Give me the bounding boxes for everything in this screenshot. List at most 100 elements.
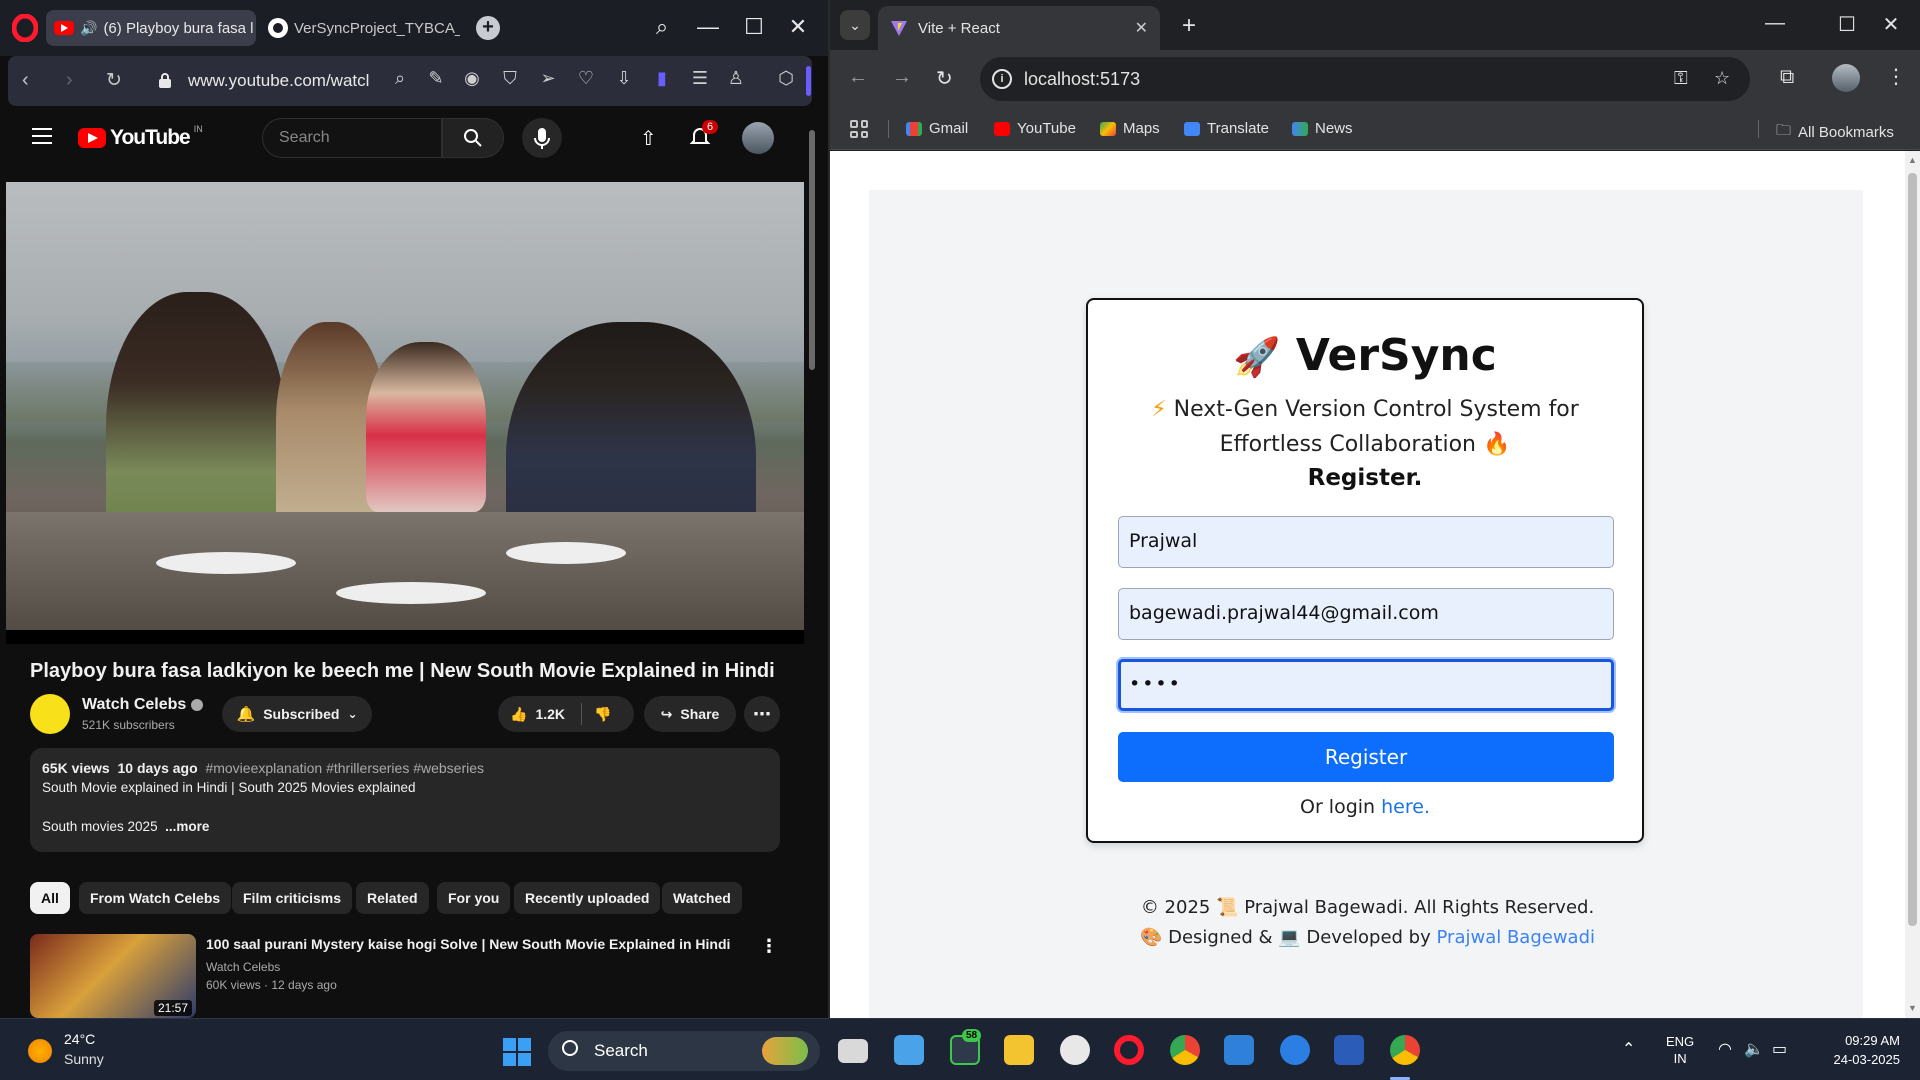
close-icon[interactable]: ✕ xyxy=(1876,12,1906,37)
profile-avatar[interactable] xyxy=(1832,64,1860,92)
show-more-link[interactable]: ...more xyxy=(165,819,209,834)
speaker-icon[interactable]: 🔊 xyxy=(80,20,97,37)
reload-icon[interactable]: ↻ xyxy=(936,66,953,91)
mic-icon[interactable] xyxy=(522,118,562,158)
send-icon[interactable]: ➢ xyxy=(536,68,560,92)
youtube-search-input[interactable]: Search xyxy=(262,118,442,158)
subscribed-button[interactable]: 🔔 Subscribed ⌄ xyxy=(222,696,372,732)
chip-from-channel[interactable]: From Watch Celebs xyxy=(79,882,232,914)
bookmark-maps[interactable]: Maps xyxy=(1100,120,1160,137)
app-store-icon[interactable] xyxy=(1280,1035,1310,1065)
bookmark-youtube[interactable]: YouTube xyxy=(994,120,1076,137)
register-button[interactable]: Register xyxy=(1118,732,1614,782)
back-icon[interactable]: ‹ xyxy=(22,69,29,92)
url-text[interactable]: localhost:5173 xyxy=(1024,69,1140,90)
channel-name[interactable]: Watch Celebs xyxy=(82,696,204,714)
video-progress-area[interactable] xyxy=(6,630,804,644)
scrollbar-thumb[interactable] xyxy=(1908,173,1917,926)
thumbs-down-icon[interactable]: 👎 xyxy=(594,706,611,723)
minimize-icon[interactable]: — xyxy=(694,14,722,40)
weather-condition[interactable]: Sunny xyxy=(64,1051,104,1067)
forward-icon[interactable]: › xyxy=(66,69,73,92)
notepad-icon[interactable] xyxy=(894,1035,924,1065)
battery-icon[interactable]: ▭ xyxy=(1772,1039,1787,1059)
search-icon[interactable]: ⌕ xyxy=(388,68,412,92)
tab-search-chevron-icon[interactable]: ⌄ xyxy=(840,10,870,40)
bookmark-gmail[interactable]: Gmail xyxy=(906,120,968,137)
chip-related[interactable]: Related xyxy=(356,882,429,914)
scroll-up-icon[interactable]: ▲ xyxy=(1908,155,1917,165)
minimize-icon[interactable]: — xyxy=(1760,12,1790,35)
camera-icon[interactable]: ◉ xyxy=(460,68,484,92)
recommendation-thumbnail[interactable]: 21:57 xyxy=(30,934,196,1018)
opera-tab-github[interactable]: VerSyncProject_TYBCA_SE xyxy=(260,10,460,46)
word-icon[interactable] xyxy=(1334,1035,1364,1065)
more-vertical-icon[interactable]: ⋮ xyxy=(1886,64,1906,89)
all-bookmarks[interactable]: 🗀 All Bookmarks xyxy=(1776,120,1894,145)
language-indicator[interactable]: ENG IN xyxy=(1666,1033,1694,1067)
page-scrollbar[interactable] xyxy=(808,110,816,1018)
new-tab-icon[interactable]: + xyxy=(476,16,500,40)
login-link[interactable]: here. xyxy=(1381,796,1430,818)
easy-setup-icon[interactable]: ☰ xyxy=(688,68,712,92)
extensions-icon[interactable]: ⧉ xyxy=(1780,66,1794,89)
chevron-up-icon[interactable]: ⌃ xyxy=(1622,1039,1635,1059)
more-actions-button[interactable]: ⋯ xyxy=(744,696,780,732)
video-description[interactable]: 65K views 10 days ago #movieexplanation … xyxy=(30,748,780,852)
url-text[interactable]: www.youtube.com/watcl xyxy=(188,71,369,91)
reload-icon[interactable]: ↻ xyxy=(106,69,122,92)
apps-grid-icon[interactable] xyxy=(850,120,868,138)
back-icon[interactable]: ← xyxy=(848,66,868,89)
youtube-search-button[interactable] xyxy=(442,118,504,158)
search-highlight-icon[interactable] xyxy=(762,1037,808,1065)
site-info-icon[interactable]: i xyxy=(992,69,1012,89)
opera-logo-icon[interactable] xyxy=(12,14,38,42)
chrome-icon[interactable] xyxy=(1170,1035,1200,1065)
new-tab-icon[interactable]: + xyxy=(1182,12,1196,40)
menu-icon[interactable] xyxy=(32,128,52,149)
bookmark-news[interactable]: News xyxy=(1292,120,1353,137)
account-avatar[interactable] xyxy=(742,122,774,154)
share-button[interactable]: ↪ Share xyxy=(644,696,736,732)
email-field[interactable]: bagewadi.prajwal44@gmail.com xyxy=(1118,588,1614,640)
like-button[interactable]: 👍 1.2K 👎 xyxy=(498,696,634,732)
volume-icon[interactable]: 🔈 xyxy=(1744,1039,1764,1059)
forward-icon[interactable]: → xyxy=(892,66,912,89)
sun-icon[interactable] xyxy=(28,1039,52,1063)
username-field[interactable]: Prajwal xyxy=(1118,516,1614,568)
chip-recently-uploaded[interactable]: Recently uploaded xyxy=(514,882,661,914)
omnibox[interactable]: i localhost:5173 ⚿ ☆ xyxy=(980,57,1750,101)
download-icon[interactable]: ⇩ xyxy=(612,68,636,92)
chip-film-criticisms[interactable]: Film criticisms xyxy=(232,882,353,914)
heart-icon[interactable]: ♡ xyxy=(574,68,598,92)
weather-temperature[interactable]: 24°C xyxy=(64,1031,95,1047)
close-tab-icon[interactable]: ✕ xyxy=(1135,18,1148,38)
start-menu-icon[interactable] xyxy=(503,1038,531,1066)
recommendation-channel[interactable]: Watch Celebs xyxy=(206,960,280,974)
clock[interactable]: 09:29 AM 24-03-2025 xyxy=(1810,1031,1901,1069)
wifi-icon[interactable]: ◠ xyxy=(1718,1039,1732,1059)
channel-avatar[interactable] xyxy=(30,694,70,734)
shield-icon[interactable]: ⛉ xyxy=(498,68,522,92)
maximize-icon[interactable]: ☐ xyxy=(740,14,768,40)
password-field[interactable]: •••• xyxy=(1118,659,1614,711)
chip-for-you[interactable]: For you xyxy=(437,882,511,914)
file-explorer-icon[interactable] xyxy=(1004,1035,1034,1065)
chrome-tab-vite[interactable]: Vite + React ✕ xyxy=(878,6,1160,50)
opera-icon[interactable] xyxy=(1114,1035,1144,1065)
clock-app-icon[interactable] xyxy=(1060,1035,1090,1065)
maximize-icon[interactable]: ☐ xyxy=(1832,12,1862,37)
scrollbar-thumb[interactable] xyxy=(809,130,815,370)
youtube-logo[interactable]: YouTube IN xyxy=(78,124,203,150)
scroll-down-icon[interactable]: ▼ xyxy=(1908,1003,1917,1013)
search-tabs-icon[interactable]: ⌕ xyxy=(648,14,676,40)
vscode-icon[interactable] xyxy=(1224,1035,1254,1065)
video-player[interactable] xyxy=(6,182,804,630)
bookmark-translate[interactable]: Translate xyxy=(1184,120,1269,137)
more-vertical-icon[interactable]: ⋮ xyxy=(760,936,778,957)
upload-icon[interactable]: ⇧ xyxy=(640,126,657,151)
opera-tab-youtube[interactable]: 🔊 (6) Playboy bura fasa l xyxy=(46,10,256,46)
recommendation-title[interactable]: 100 saal purani Mystery kaise hogi Solve… xyxy=(206,936,746,952)
chip-all[interactable]: All xyxy=(30,882,70,914)
battery-saver-icon[interactable]: ▮ xyxy=(650,68,674,92)
